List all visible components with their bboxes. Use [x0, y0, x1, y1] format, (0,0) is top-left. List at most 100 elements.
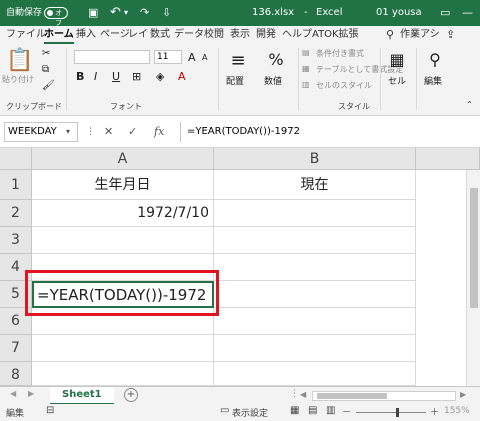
cell-b2[interactable] [214, 200, 416, 227]
tab-atok[interactable]: ATOK拡張 [312, 26, 359, 44]
search-icon[interactable]: ⚲ [386, 26, 394, 44]
fill-color-icon[interactable]: ◈ [156, 70, 164, 83]
insert-function-button[interactable]: fx [154, 122, 164, 142]
tab-review[interactable]: 校閲 [204, 26, 224, 44]
row-header-1[interactable]: 1 [0, 170, 32, 200]
display-settings-button[interactable]: 表示設定 [232, 406, 268, 419]
number-button-label[interactable]: 数値 [264, 74, 282, 87]
zoom-in-button[interactable]: ＋ [430, 405, 439, 418]
tab-formulas[interactable]: 数式 [150, 26, 170, 44]
save-icon[interactable]: ▣ [88, 0, 98, 26]
page-break-view-icon[interactable]: ▥ [326, 405, 335, 416]
cut-icon[interactable]: ✂ [42, 48, 50, 59]
tab-developer[interactable]: 開発 [256, 26, 276, 44]
tab-home[interactable]: ホーム [44, 26, 74, 44]
tab-file[interactable]: ファイル [6, 26, 46, 44]
scroll-left-icon[interactable]: ◀ [300, 390, 306, 399]
cell-b5[interactable] [214, 281, 416, 308]
zoom-slider-handle[interactable] [396, 408, 399, 417]
select-all-corner[interactable] [0, 148, 32, 170]
italic-button[interactable]: I [94, 70, 97, 83]
page-layout-view-icon[interactable]: ▤ [308, 405, 317, 416]
user-name[interactable]: 01 yousa [376, 0, 422, 26]
hscroll-thumb[interactable] [317, 393, 387, 399]
tab-page-layout[interactable]: ページ [100, 26, 130, 44]
cell-a8[interactable] [32, 362, 214, 386]
copy-icon[interactable]: ⧉ [42, 64, 49, 75]
row-header-7[interactable]: 7 [0, 335, 32, 362]
undo-icon[interactable]: ↶ [110, 0, 121, 26]
cell-b3[interactable] [214, 227, 416, 254]
tab-help[interactable]: ヘルプ [282, 26, 312, 44]
horizontal-scrollbar[interactable] [312, 391, 456, 401]
tab-view[interactable]: 表示 [230, 26, 250, 44]
cells-button-label[interactable]: セル [388, 74, 406, 87]
format-as-table-icon[interactable]: ▦ [302, 64, 310, 73]
collapse-ribbon-icon[interactable]: ⌃ [466, 100, 473, 109]
zoom-out-button[interactable]: － [342, 405, 351, 418]
find-icon[interactable]: ⚲ [422, 50, 448, 69]
scroll-right-icon[interactable]: ▶ [460, 390, 466, 399]
cell-c1[interactable] [416, 170, 466, 200]
borders-icon[interactable]: ⊞ [132, 70, 141, 83]
add-sheet-button[interactable]: + [124, 388, 138, 402]
cell-b6[interactable] [214, 308, 416, 335]
sheet-next-icon[interactable]: ▶ [28, 389, 34, 398]
cell-b1[interactable]: 現在 [214, 170, 416, 200]
enter-button[interactable]: ✓ [128, 122, 137, 142]
conditional-formatting-button[interactable]: 条件付き書式 [316, 48, 364, 59]
column-header-b[interactable]: B [214, 148, 416, 170]
cell-b4[interactable] [214, 254, 416, 281]
column-header-c[interactable] [416, 148, 480, 170]
accessibility-icon[interactable]: ⊟ [46, 405, 54, 416]
cell-a3[interactable] [32, 227, 214, 254]
grow-font-button[interactable]: A [188, 51, 196, 64]
name-box-dropdown-icon[interactable]: ▾ [66, 122, 70, 142]
number-format-button[interactable]: % [262, 50, 290, 69]
conditional-formatting-icon[interactable]: ▤ [302, 48, 310, 57]
cell-styles-button[interactable]: セルのスタイル [316, 80, 372, 91]
alignment-button-label[interactable]: 配置 [226, 74, 244, 87]
shrink-font-button[interactable]: A [202, 53, 207, 62]
cell-a2[interactable]: 1972/7/10 [32, 200, 214, 227]
row-header-3[interactable]: 3 [0, 227, 32, 254]
zoom-slider[interactable] [356, 408, 426, 417]
undo-dropdown-icon[interactable]: ▾ [124, 0, 128, 26]
cell-a7[interactable] [32, 335, 214, 362]
sheet-tab-sheet1[interactable]: Sheet1 [50, 387, 114, 405]
cell-b8[interactable] [214, 362, 416, 386]
tab-insert[interactable]: 挿入 [76, 26, 96, 44]
row-header-2[interactable]: 2 [0, 200, 32, 227]
paste-icon[interactable]: 📋 [6, 48, 34, 73]
tab-split-icon[interactable]: ⋮ [290, 389, 299, 399]
cells-icon[interactable]: ▦ [384, 50, 410, 69]
font-name-box[interactable] [74, 50, 150, 64]
column-header-a[interactable]: A [32, 148, 214, 170]
cancel-button[interactable]: ✕ [104, 122, 113, 142]
cell-a1[interactable]: 生年月日 [32, 170, 214, 200]
formula-input[interactable]: =YEAR(TODAY())-1972 [180, 122, 476, 142]
redo-icon[interactable]: ↷ [140, 0, 149, 26]
editing-button-label[interactable]: 編集 [424, 74, 442, 87]
scrollbar-thumb[interactable] [470, 188, 478, 308]
underline-button[interactable]: U [112, 70, 120, 83]
minimize-icon[interactable]: — [462, 0, 473, 26]
tab-page-layout-2[interactable]: レイ [128, 26, 148, 44]
alignment-icon[interactable]: ≡ [224, 50, 252, 71]
tab-data[interactable]: データ [174, 26, 204, 44]
tab-tell-me[interactable]: 作業アシ [400, 26, 440, 44]
cell-b7[interactable] [214, 335, 416, 362]
customize-qat-icon[interactable]: ⇩ [162, 0, 171, 26]
display-settings-icon[interactable]: ▭ [220, 405, 229, 416]
autosave-toggle[interactable]: オフ [44, 7, 68, 27]
bold-button[interactable]: B [76, 70, 84, 83]
font-size-box[interactable]: 11 [154, 50, 182, 64]
row-header-8[interactable]: 8 [0, 362, 32, 386]
font-color-button[interactable]: A [178, 70, 186, 83]
sheet-prev-icon[interactable]: ◀ [10, 389, 16, 398]
vertical-scrollbar[interactable] [466, 170, 480, 386]
paste-button-label[interactable]: 貼り付け [2, 74, 34, 85]
normal-view-icon[interactable]: ▦ [290, 405, 299, 416]
share-icon[interactable]: ⇪ [446, 26, 455, 44]
ribbon-display-options-icon[interactable]: ▭ [440, 0, 450, 26]
